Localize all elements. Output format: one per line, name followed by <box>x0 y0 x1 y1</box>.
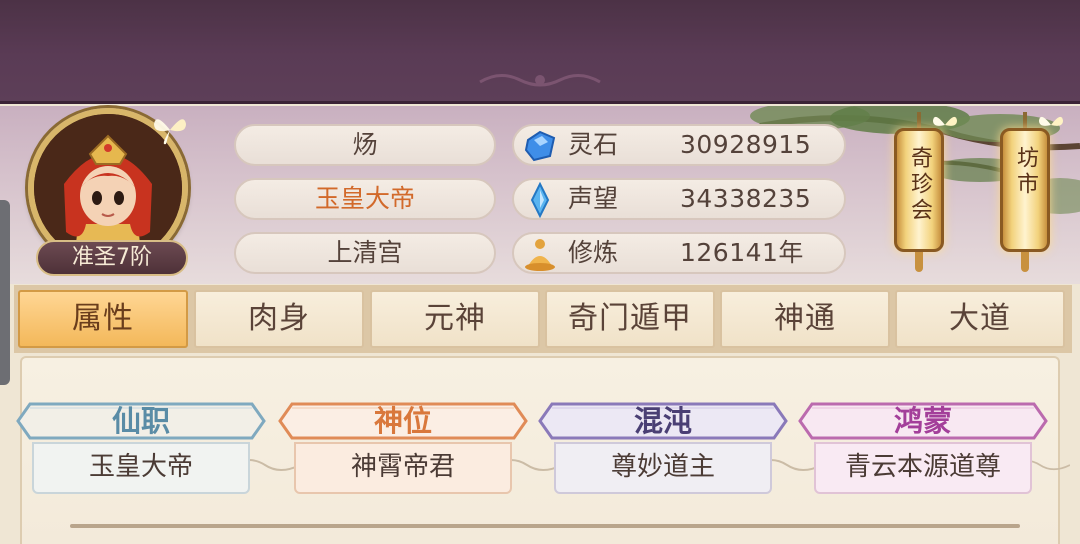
reputation-label: 声望 <box>568 184 619 213</box>
butterfly-icon <box>1039 116 1063 126</box>
rank-card-immortal-office[interactable]: 仙职 玉皇大帝 <box>16 396 266 500</box>
rank-label: 鸿蒙 <box>893 404 952 438</box>
player-name: 炀 <box>234 124 496 166</box>
rank-card-divine-position[interactable]: 神位 神霄帝君 <box>278 396 528 500</box>
rank-label: 仙职 <box>111 404 170 438</box>
reputation-row: 声望 34338235 <box>512 178 846 220</box>
rank-value: 尊妙道主 <box>554 442 772 494</box>
butterfly-icon <box>933 116 957 126</box>
spirit-stone-label: 灵石 <box>568 130 619 159</box>
player-title: 玉皇大帝 <box>234 178 496 220</box>
player-sect: 上清宫 <box>234 232 496 274</box>
cultivation-label: 修炼 <box>568 238 619 267</box>
rank-value: 青云本源道尊 <box>814 442 1032 494</box>
butterfly-icon <box>154 119 186 145</box>
rank-label: 神位 <box>373 404 432 438</box>
treasure-auction-label: 奇珍会 <box>907 146 932 224</box>
tab-attributes[interactable]: 属性 <box>18 290 188 348</box>
rank-value: 玉皇大帝 <box>32 442 250 494</box>
panel-divider <box>70 524 1020 528</box>
tab-qimen-dunjia[interactable]: 奇门遁甲 <box>545 290 715 348</box>
meditation-icon <box>525 239 555 271</box>
top-banner <box>0 0 1080 104</box>
rank-card-hongmeng[interactable]: 鸿蒙 青云本源道尊 <box>798 396 1048 500</box>
rank-label: 混沌 <box>633 404 692 438</box>
spirit-stone-row: 灵石 30928915 <box>512 124 846 166</box>
tab-spirit[interactable]: 元神 <box>370 290 540 348</box>
spirit-stone-icon <box>524 130 556 162</box>
rank-value: 神霄帝君 <box>294 442 512 494</box>
tab-body[interactable]: 肉身 <box>194 290 364 348</box>
tab-great-dao[interactable]: 大道 <box>895 290 1065 348</box>
rank-card-chaos[interactable]: 混沌 尊妙道主 <box>538 396 788 500</box>
reputation-value: 34338235 <box>680 184 812 213</box>
reputation-crystal-icon <box>530 182 550 218</box>
market-label: 坊市 <box>1013 146 1038 198</box>
spirit-stone-value: 30928915 <box>680 130 812 159</box>
tab-divine-powers[interactable]: 神通 <box>720 290 890 348</box>
side-drawer-handle[interactable] <box>0 200 10 385</box>
cultivation-value: 126141年 <box>680 238 804 267</box>
cloud-ornament-icon <box>479 74 601 87</box>
cultivation-row: 修炼 126141年 <box>512 232 846 274</box>
cultivation-rank-badge: 准圣7阶 <box>36 240 188 276</box>
